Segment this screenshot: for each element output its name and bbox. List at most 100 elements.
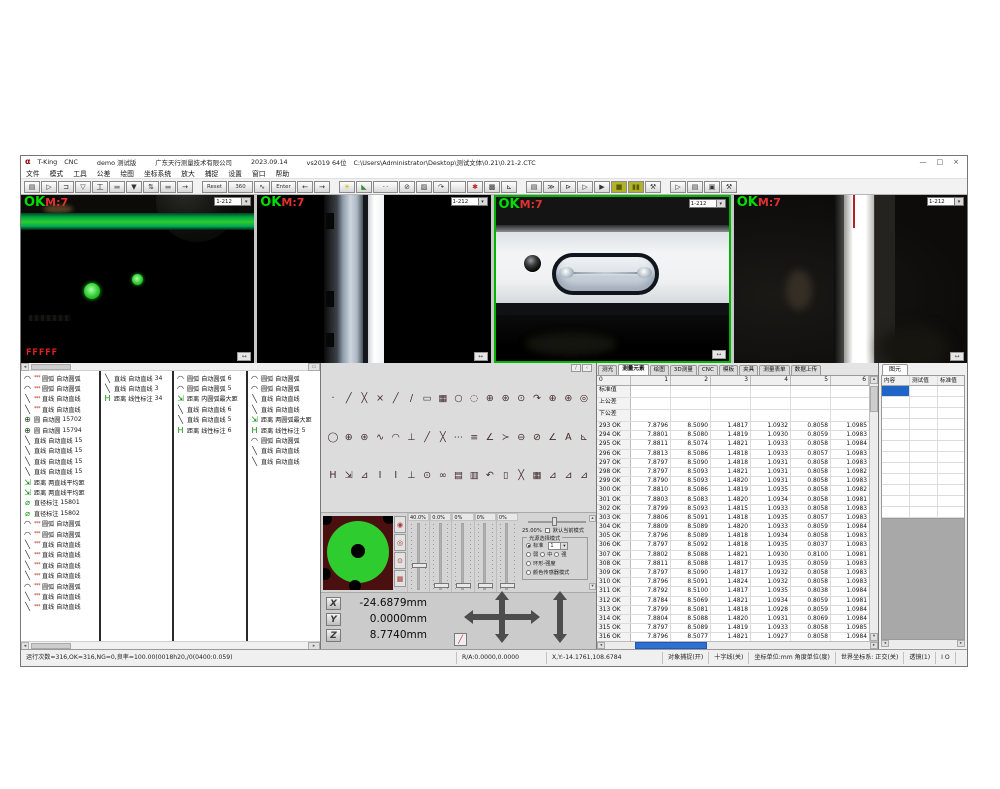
tool-icon-1-6[interactable]: ╱ (420, 431, 434, 445)
light-mode-3-button[interactable]: ▦ (394, 570, 406, 587)
table-row[interactable]: 294 OK7.88018.50801.48191.09300.80591.09… (597, 431, 869, 440)
diagonal-move-button[interactable]: ╱ (454, 633, 467, 646)
camera-b-button[interactable]: ▬ (160, 181, 176, 193)
scroll-thumb[interactable] (31, 364, 71, 370)
tool-icon-2-6[interactable]: ⊙ (420, 469, 434, 483)
table-row[interactable]: 297 OK7.87978.50901.48181.09310.80581.09… (597, 459, 869, 468)
table-row[interactable]: 310 OK7.87968.50911.48241.09320.80581.09… (597, 578, 869, 587)
table-row[interactable]: 296 OK7.88138.50861.48181.09330.80571.09… (597, 450, 869, 459)
scroll-right-icon[interactable]: ▸ (957, 640, 965, 647)
table-row[interactable]: 311 OK7.87928.51001.48171.09350.80381.09… (597, 587, 869, 596)
options-scrollbar[interactable]: ▴ ▾ (589, 515, 596, 590)
elements-row[interactable] (882, 485, 964, 496)
feature-item[interactable]: ⌀直径标注15801 (21, 498, 99, 508)
tool-icon-2-16[interactable]: ⊿ (577, 469, 591, 483)
jog-down-icon[interactable] (495, 634, 509, 643)
jog-right-icon[interactable] (531, 610, 540, 624)
tool-icon-1-12[interactable]: ⊖ (514, 431, 528, 445)
table-row[interactable]: 301 OK7.88038.50831.48201.09340.80581.09… (597, 496, 869, 505)
tab-测量表单[interactable]: 测量表单 (759, 365, 789, 375)
tool-icon-2-2[interactable]: ⊿ (357, 469, 371, 483)
fast-forward-button[interactable]: ≫ (543, 181, 559, 193)
tool-icon-0-7[interactable]: ▦ (436, 392, 450, 406)
chevron-down-icon[interactable]: ▾ (717, 199, 726, 208)
load-button[interactable]: ⊳ (560, 181, 576, 193)
tool-icon-1-7[interactable]: ╳ (436, 431, 450, 445)
tool-icon-0-6[interactable]: ▭ (420, 392, 434, 406)
tool-icon-2-7[interactable]: ∞ (436, 469, 450, 483)
camera1-resize-handle[interactable]: ↔ (237, 352, 251, 361)
tool-icon-2-13[interactable]: ▦ (530, 469, 544, 483)
slider-thumb[interactable] (500, 583, 515, 588)
table-row[interactable]: 314 OK7.88048.50881.48201.09310.80691.09… (597, 615, 869, 624)
tool-icon-2-3[interactable]: Ⅰ (373, 469, 387, 483)
camera-view-3-selected[interactable]: OKM:7 1-212▾ ↔ (494, 195, 731, 363)
feature-item[interactable]: ╲直线自动直线 (248, 456, 319, 466)
menu-item-绘图[interactable]: 绘图 (115, 168, 139, 178)
tool-icon-2-4[interactable]: I (389, 469, 403, 483)
elements-row[interactable] (882, 496, 964, 507)
run-to-end-button[interactable]: ▶ (594, 181, 610, 193)
tool-icon-1-1[interactable]: ⊕ (342, 431, 356, 445)
feature-item[interactable]: ╲***直线自动直线 (21, 404, 99, 414)
feature-item[interactable]: ⇲距离两直线平均距 (21, 487, 99, 497)
camera2-resize-handle[interactable]: ↔ (474, 352, 488, 361)
tool-icon-0-5[interactable]: / (404, 392, 418, 406)
prev-button[interactable]: ← (297, 181, 313, 193)
tool-icon-2-9[interactable]: ▥ (467, 469, 481, 483)
feature-item[interactable]: ╲***直线自动直线 (21, 550, 99, 560)
tool-icon-2-11[interactable]: ▯ (499, 469, 513, 483)
jog-up-icon[interactable] (495, 591, 509, 600)
run-button[interactable]: ▷ (577, 181, 593, 193)
elements-row[interactable] (882, 397, 964, 408)
feature-item[interactable]: ⊕圆自动圆15794 (21, 425, 99, 435)
feature-item[interactable]: H距离线性标注5 (248, 425, 319, 435)
elements-row[interactable] (882, 419, 964, 430)
feature-item[interactable]: ⌀直径标注15802 (21, 508, 99, 518)
feature-item[interactable]: H距离线性标注34 (101, 394, 172, 404)
elements-hscrollbar[interactable]: ◂ ▸ (881, 640, 965, 648)
table-row[interactable]: 316 OK7.87968.50771.48211.09270.80581.09… (597, 633, 869, 641)
feature-hscrollbar-bottom[interactable]: ◂ ▸ (21, 641, 320, 649)
tool-icon-1-13[interactable]: ⊘ (530, 431, 544, 445)
feature-item[interactable]: ╲直线自动直线5 (174, 415, 246, 425)
dash-button[interactable]: - - (373, 181, 398, 193)
table-row[interactable]: 313 OK7.87998.50811.48181.09280.80591.09… (597, 606, 869, 615)
collapse-icon[interactable]: ‹ (582, 364, 592, 372)
tool-icon-0-1[interactable]: ╱ (342, 392, 356, 406)
feature-item[interactable]: ⇲距离两直线平均距 (21, 477, 99, 487)
feature-item[interactable]: ╲直线自动直线34 (101, 373, 172, 383)
rotate-360-button[interactable]: 360 (228, 181, 253, 193)
tool-icon-2-5[interactable]: ⊥ (404, 469, 418, 483)
tool-icon-1-9[interactable]: ≡ (467, 431, 481, 445)
slider-track[interactable] (475, 521, 496, 592)
radio-level-中[interactable] (540, 552, 545, 557)
magnifier-button[interactable]: ⊘ (399, 181, 415, 193)
camera-view-2[interactable]: OKM:7 1-212▾ ↔ (257, 195, 490, 363)
feature-item[interactable]: ╲***直线自动直线 (21, 394, 99, 404)
tool-icon-1-4[interactable]: ◠ (389, 431, 403, 445)
feature-item[interactable]: ◠圆弧自动圆弧 (248, 435, 319, 445)
maximize-button[interactable]: □ (937, 158, 944, 166)
scroll-left-icon[interactable]: ◂ (597, 642, 605, 649)
camera-a-button[interactable]: ▬ (109, 181, 125, 193)
jog-left-icon[interactable] (464, 610, 473, 624)
elements-row[interactable] (882, 463, 964, 474)
jog-z-arrow[interactable] (557, 599, 563, 635)
tool-icon-1-5[interactable]: ⊥ (404, 431, 418, 445)
focus-button[interactable]: ▼ (126, 181, 142, 193)
radio-level-强[interactable] (554, 552, 559, 557)
tool-icon-1-11[interactable]: ≻ (499, 431, 513, 445)
radio-color-sensor[interactable] (526, 570, 531, 575)
tool-icon-2-1[interactable]: ⇲ (342, 469, 356, 483)
tool-icon-0-0[interactable]: · (326, 392, 340, 406)
panel-resize-icon[interactable]: ▭ (308, 363, 320, 371)
tool-icon-2-10[interactable]: ↶ (483, 469, 497, 483)
menu-item-设置[interactable]: 设置 (223, 168, 247, 178)
chevron-down-icon[interactable]: ▾ (479, 197, 488, 206)
tool-icon-2-8[interactable]: ▤ (452, 469, 466, 483)
menu-item-工具[interactable]: 工具 (68, 168, 92, 178)
dither-button[interactable]: ▩ (484, 181, 500, 193)
enter-button[interactable]: Enter (271, 181, 296, 193)
elements-row[interactable] (882, 408, 964, 419)
